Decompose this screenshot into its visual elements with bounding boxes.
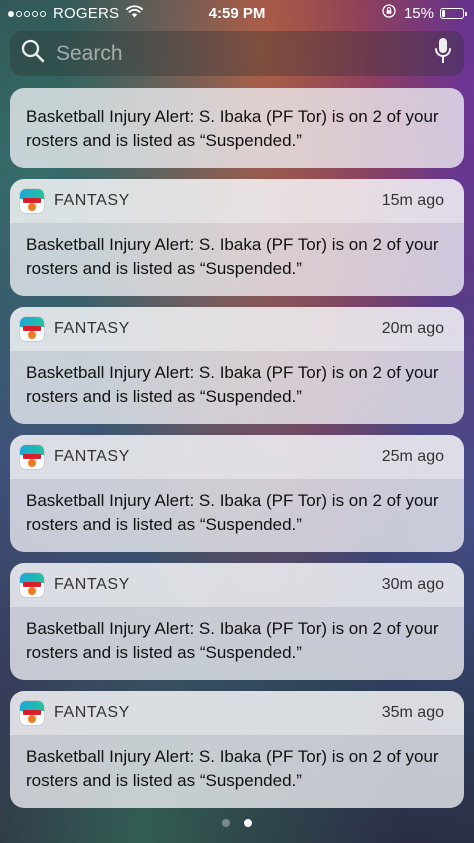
app-name: FANTASY <box>54 320 130 337</box>
page-dot-1[interactable] <box>222 819 230 827</box>
notification-header: FANTASY 35m ago <box>10 691 464 735</box>
search-bar[interactable]: Search <box>10 31 464 76</box>
notification-time: 15m ago <box>381 192 444 209</box>
notification-body: Basketball Injury Alert: S. Ibaka (PF To… <box>26 747 439 790</box>
notification-time: 30m ago <box>381 576 444 593</box>
status-bar: ROGERS 4:59 PM 15% <box>0 0 474 26</box>
espn-fantasy-app-icon <box>20 573 44 597</box>
page-dot-2[interactable] <box>244 819 252 827</box>
notification-header: FANTASY 25m ago <box>10 435 464 479</box>
notification-card[interactable]: FANTASY 35m ago Basketball Injury Alert:… <box>10 691 464 808</box>
battery-icon <box>440 7 467 19</box>
search-input[interactable]: Search <box>56 42 434 66</box>
notification-body: Basketball Injury Alert: S. Ibaka (PF To… <box>26 363 439 406</box>
notification-card[interactable]: FANTASY 15m ago Basketball Injury Alert:… <box>10 179 464 296</box>
espn-fantasy-app-icon <box>20 189 44 213</box>
notification-time: 35m ago <box>381 704 444 721</box>
espn-fantasy-app-icon <box>20 317 44 341</box>
notification-card-partial[interactable]: Basketball Injury Alert: S. Ibaka (PF To… <box>10 88 464 168</box>
notification-time: 20m ago <box>381 320 444 337</box>
status-right: 15% <box>382 4 467 22</box>
notification-card[interactable]: FANTASY 25m ago Basketball Injury Alert:… <box>10 435 464 552</box>
notification-body: Basketball Injury Alert: S. Ibaka (PF To… <box>26 619 439 662</box>
espn-fantasy-app-icon <box>20 701 44 725</box>
rotation-lock-icon <box>382 4 396 22</box>
notification-body: Basketball Injury Alert: S. Ibaka (PF To… <box>26 235 439 278</box>
notification-body: Basketball Injury Alert: S. Ibaka (PF To… <box>26 107 439 150</box>
notification-header: FANTASY 15m ago <box>10 179 464 223</box>
page-indicator[interactable] <box>0 819 474 827</box>
app-name: FANTASY <box>54 576 130 593</box>
app-name: FANTASY <box>54 448 130 465</box>
notification-header: FANTASY 20m ago <box>10 307 464 351</box>
app-name: FANTASY <box>54 704 130 721</box>
notification-time: 25m ago <box>381 448 444 465</box>
microphone-icon[interactable] <box>434 37 452 70</box>
battery-percent: 15% <box>403 4 434 22</box>
app-name: FANTASY <box>54 192 130 209</box>
battery-level <box>442 9 445 17</box>
espn-fantasy-app-icon <box>20 445 44 469</box>
notification-header: FANTASY 30m ago <box>10 563 464 607</box>
notification-card[interactable]: FANTASY 20m ago Basketball Injury Alert:… <box>10 307 464 424</box>
notification-card[interactable]: FANTASY 30m ago Basketball Injury Alert:… <box>10 563 464 680</box>
search-icon <box>20 38 46 69</box>
notification-body: Basketball Injury Alert: S. Ibaka (PF To… <box>26 491 439 534</box>
